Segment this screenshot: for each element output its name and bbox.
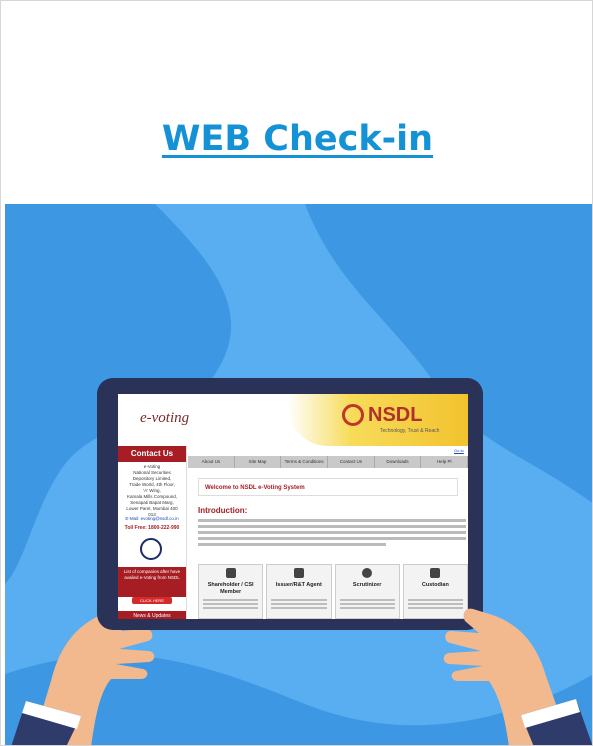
- badge-icon: [140, 538, 162, 560]
- nav-downloads[interactable]: Downloads: [375, 456, 422, 468]
- toll-free-number: Toll Free: 1800-222-990: [124, 525, 180, 531]
- nav-help[interactable]: Help Pl: [421, 456, 468, 468]
- nsdl-logo: NSDL: [368, 404, 423, 426]
- nsdl-tagline: Technology, Trust & Reach: [380, 428, 440, 434]
- card-label: Scrutinizer: [352, 582, 382, 588]
- news-updates-heading[interactable]: News & Updates: [118, 611, 186, 619]
- web-checkin-link[interactable]: WEB Check-in: [162, 119, 433, 159]
- site-header: e-voting NSDL Technology, Trust & Reach: [118, 394, 468, 446]
- shareholder-card[interactable]: Shareholder / CSI Member: [198, 564, 264, 619]
- nsdl-emblem-icon: [342, 404, 364, 426]
- issuer-icon: [293, 568, 304, 578]
- contact-sidebar: Contact Us e-Voting National Securities …: [118, 446, 187, 619]
- card-label: Shareholder / CSI Member: [207, 582, 254, 595]
- welcome-banner: Welcome to NSDL e-Voting System: [198, 478, 458, 496]
- nav-contact-us[interactable]: Contact Us: [328, 456, 375, 468]
- nav-site-map[interactable]: Site Map: [235, 456, 282, 468]
- nav-about-us[interactable]: About Us: [188, 456, 235, 468]
- issuer-card[interactable]: Issuer/R&T Agent: [266, 564, 332, 619]
- nav-terms[interactable]: Terms & Conditions: [281, 456, 329, 468]
- magnifier-icon: [362, 568, 373, 578]
- site-nav: About Us Site Map Terms & Conditions Con…: [188, 456, 468, 468]
- evoting-logo: e-voting: [140, 410, 190, 426]
- shareholder-icon: [225, 568, 236, 578]
- scrutinizer-card[interactable]: Scrutinizer: [334, 564, 400, 619]
- contact-us-heading: Contact Us: [118, 446, 186, 462]
- intro-heading: Introduction:: [198, 506, 248, 515]
- right-hand-illustration: [443, 608, 592, 745]
- click-here-button[interactable]: CLICK HERE: [132, 597, 172, 604]
- card-label: Issuer/R&T Agent: [275, 582, 322, 588]
- tablet-screen: e-voting NSDL Technology, Trust & Reach …: [118, 394, 468, 619]
- article-frame: WEB Check-in e-voting NSDL Technology, T…: [0, 0, 593, 746]
- page-heading: WEB Check-in: [1, 119, 592, 159]
- company-list-box: List of companies after have availed e-V…: [118, 567, 186, 597]
- email-link[interactable]: E-Mail: evoting@nsdl.co.in: [122, 516, 182, 522]
- go-link[interactable]: Go to: [454, 448, 464, 453]
